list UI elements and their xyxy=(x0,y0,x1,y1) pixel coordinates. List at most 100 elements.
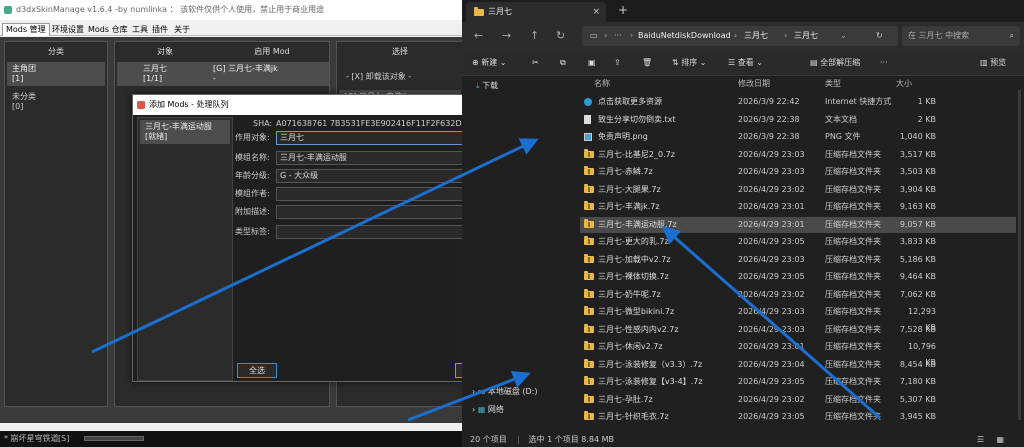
file-row[interactable]: 三月七-赤鳞.7z 2026/4/29 23:03 压缩存档文件夹 3,503 KB xyxy=(580,164,1016,180)
file-size: 1,040 KB xyxy=(899,132,936,141)
zip-folder-icon xyxy=(584,393,594,403)
rename-icon[interactable]: ▣ xyxy=(588,50,596,76)
file-row[interactable]: 三月七-休闲v2.7z 2026/4/29 23:01 压缩存档文件夹 10,796 … xyxy=(580,339,1016,367)
file-row[interactable]: 三月七-加载中v2.7z 2026/4/29 23:03 压缩存档文件夹 5,186 … xyxy=(580,252,1016,268)
file-row[interactable]: 三月七-奶牛呢.7z 2026/4/29 23:02 压缩存档文件夹 7,062 KB xyxy=(580,287,1016,303)
file-date: 2026/4/29 23:02 xyxy=(738,394,805,404)
unload-object-item[interactable]: - [X] 卸载该对象 - xyxy=(341,70,416,84)
column-type[interactable]: 类型 xyxy=(825,78,841,89)
column-size[interactable]: 大小 xyxy=(896,78,912,89)
file-row[interactable]: 三月七-针织毛衣.7z 2026/4/29 23:05 压缩存档文件夹 3,945 K… xyxy=(580,409,1016,425)
scrollbar[interactable] xyxy=(1018,90,1021,420)
object-count: [1/1] xyxy=(143,74,163,83)
computer-icon: ▭ xyxy=(590,31,598,40)
breadcrumb-item[interactable]: 三月七 xyxy=(794,26,818,46)
more-options-icon[interactable]: ··· xyxy=(880,50,888,76)
file-row[interactable]: 三月七-泳装修复（v3.3）.7z 2026/4/29 23:04 压缩存档文件夹 8… xyxy=(580,357,1016,373)
file-row[interactable]: 三月七-裸体切换.7z 2026/4/29 23:05 压缩存档文件夹 9,464 K… xyxy=(580,269,1016,285)
zip-folder-icon xyxy=(584,411,594,420)
zip-folder-icon xyxy=(584,306,594,315)
select-all-button[interactable]: 全选 xyxy=(237,363,277,378)
file-date: 2026/3/9 22:42 xyxy=(738,97,800,106)
file-size: 3,517 KB xyxy=(899,149,936,159)
file-size: 1 KB xyxy=(917,97,936,106)
target-value: 三月七 xyxy=(280,133,304,142)
file-date: 2026/3/9 22:38 xyxy=(738,114,800,124)
preview-label: 预览 xyxy=(990,58,1007,67)
tab-about[interactable]: 关于 xyxy=(170,23,194,36)
tiles-view-icon[interactable]: ▦ xyxy=(996,432,1004,447)
forward-icon[interactable]: → xyxy=(502,29,511,42)
file-date: 2026/4/29 23:05 xyxy=(738,377,805,386)
explorer-tab[interactable]: 三月七 × xyxy=(466,2,606,22)
explorer-status-bar: 20 个项目 | 选中 1 个项目 8.84 MB ☰ ▦ xyxy=(462,432,1024,447)
file-row[interactable]: 致生分享切勿倒卖.txt 2026/3/9 22:38 文本文档 2 KB xyxy=(580,112,1016,128)
delete-icon[interactable]: 🗑 xyxy=(642,50,652,76)
file-row[interactable]: 三月七-丰满运动服.7z 2026/4/29 23:01 压缩存档文件夹 9,057 … xyxy=(580,216,1016,233)
refresh-icon[interactable]: ↻ xyxy=(876,26,883,46)
chevron-down-icon[interactable]: ⌄ xyxy=(840,26,847,46)
zip-folder-icon xyxy=(584,183,594,193)
category-item[interactable]: 主角团 [1] xyxy=(7,62,105,86)
preview-button[interactable]: ▥ 预览 xyxy=(980,50,1006,76)
file-row[interactable]: 三月七-微型bikini.7z 2026/4/29 23:03 压缩存档文件夹 12,… xyxy=(580,304,1016,332)
file-row[interactable]: 三月七-性感内内v2.7z 2026/4/29 23:03 压缩存档文件夹 7,528… xyxy=(580,322,1016,338)
extract-icon: ▤ xyxy=(810,58,821,67)
nav-label: 本地磁盘 (D:) xyxy=(487,387,538,396)
file-name: 三月七-赤鳞.7z xyxy=(598,167,653,176)
nav-item-downloads[interactable]: ⤓ 下载 xyxy=(476,80,498,91)
file-date: 2026/4/29 23:01 xyxy=(738,219,805,229)
view-button[interactable]: ☰ 查看 ⌄ xyxy=(728,50,763,76)
column-name[interactable]: 名称 xyxy=(594,78,610,89)
refresh-icon[interactable]: ↻ xyxy=(556,29,565,42)
queue-item[interactable]: 三月七-丰满运动服 [就绪] xyxy=(140,120,230,144)
nav-item-local-disk[interactable]: › ▭ 本地磁盘 (D:) xyxy=(472,386,538,397)
up-icon[interactable]: ↑ xyxy=(530,29,539,42)
file-name: 三月七-休闲v2.7z xyxy=(598,342,663,351)
file-row[interactable]: 三月七-孕肚.7z 2026/4/29 23:02 压缩存档文件夹 5,307 KB xyxy=(580,392,1016,408)
file-size: 3,904 KB xyxy=(899,184,936,194)
back-icon[interactable]: ← xyxy=(474,29,483,42)
new-button[interactable]: ⊕ 新建 ⌄ xyxy=(472,50,507,76)
object-row[interactable]: 三月七 [1/1] [G] 三月七-丰满jk - xyxy=(117,62,329,86)
more-path-icon[interactable]: ··· xyxy=(614,26,622,46)
file-row[interactable]: 三月七-丰满jk.7z 2026/4/29 23:01 压缩存档文件夹 9,163 K… xyxy=(580,199,1016,215)
queue-item-status: [就绪] xyxy=(145,132,168,141)
details-view-icon[interactable]: ☰ xyxy=(977,432,984,447)
tab-mods-repo[interactable]: Mods 仓库 xyxy=(84,23,132,36)
file-row[interactable]: 三月七-更大的乳.7z 2026/4/29 23:05 压缩存档文件夹 3,833 K… xyxy=(580,234,1016,250)
file-size: 5,186 KB xyxy=(899,254,936,264)
tab-title: 三月七 xyxy=(488,7,512,16)
extract-all-button[interactable]: ▤ 全部解压缩 xyxy=(810,50,860,76)
copy-icon[interactable]: ⧉ xyxy=(560,50,566,76)
category-item[interactable]: 未分类 [0] xyxy=(7,90,105,114)
file-row[interactable]: 免责声明.png 2026/3/9 22:38 PNG 文件 1,040 KB xyxy=(580,129,1016,145)
cut-icon[interactable]: ✂ xyxy=(532,50,539,76)
file-type: 压缩存档文件夹 xyxy=(825,149,881,159)
column-date[interactable]: 修改日期 xyxy=(738,78,770,89)
sha-value: A071638761 7B3531FE3E902416F11F2F632DC27… xyxy=(276,119,483,128)
breadcrumb-item[interactable]: BaiduNetdiskDownload xyxy=(638,26,731,46)
close-tab-icon[interactable]: × xyxy=(592,2,600,22)
file-row[interactable]: 三月七-比基尼2_0.7z 2026/4/29 23:03 压缩存档文件夹 3,517… xyxy=(580,147,1016,163)
tab-mods-manage[interactable]: Mods 管理 xyxy=(2,23,50,36)
category-header: 分类 xyxy=(48,47,64,56)
address-bar[interactable]: ▭ › ··· › BaiduNetdiskDownload › 三月七 › 三… xyxy=(582,26,898,46)
nav-item-network[interactable]: › ▦ 网络 xyxy=(472,404,504,415)
dialog-icon xyxy=(137,101,145,109)
file-size: 8,454 KB xyxy=(899,359,936,369)
category-count: [1] xyxy=(12,74,24,83)
new-tab-icon[interactable]: + xyxy=(618,3,628,17)
tab-env-settings[interactable]: 环境设置 xyxy=(48,23,88,36)
category-name: 未分类 xyxy=(12,92,36,101)
file-row[interactable]: 三月七-大腿果.7z 2026/4/29 23:02 压缩存档文件夹 3,904 KB xyxy=(580,182,1016,198)
desc-label: 附加描述: xyxy=(235,207,270,216)
breadcrumb-item[interactable]: 三月七 xyxy=(744,26,768,46)
file-row[interactable]: 三月七-泳装修复【v3-4】.7z 2026/4/29 23:05 压缩存档文件夹 7… xyxy=(580,374,1016,390)
dialog-title: 添加 Mods - 处理队列 xyxy=(149,100,229,109)
search-input[interactable]: 在 三月七 中搜索 ⌕ xyxy=(902,26,1020,46)
file-row[interactable]: 点击获取更多资源 2026/3/9 22:42 Internet 快捷方式 1 KB xyxy=(580,94,1016,110)
share-icon[interactable]: ⇪ xyxy=(614,50,621,76)
tab-plugins[interactable]: 插件 xyxy=(148,23,172,36)
sort-button[interactable]: ⇅ 排序 ⌄ xyxy=(672,50,707,76)
